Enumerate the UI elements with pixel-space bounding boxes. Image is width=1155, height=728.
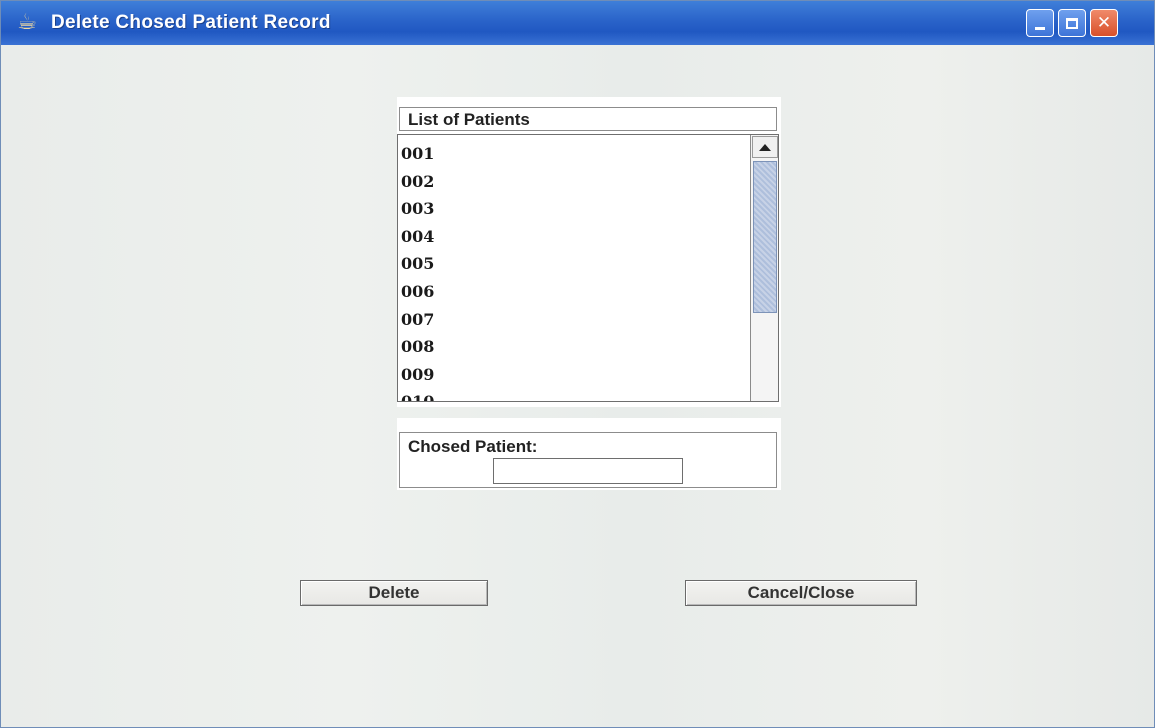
delete-patient-window: ☕ Delete Chosed Patient Record ✕ List of… xyxy=(0,0,1155,728)
patient-list-item[interactable]: 001 xyxy=(401,140,434,168)
patients-panel-title: List of Patients xyxy=(406,110,532,130)
patient-list-item[interactable]: 008 xyxy=(401,333,434,361)
patient-list-item[interactable]: 002 xyxy=(401,168,434,196)
patient-list-item[interactable]: 009 xyxy=(401,361,434,389)
arrow-up-icon xyxy=(759,143,771,151)
maximize-icon xyxy=(1066,17,1078,29)
close-icon: ✕ xyxy=(1096,13,1112,33)
patient-list-item[interactable]: 003 xyxy=(401,195,434,223)
patient-list-item[interactable]: 007 xyxy=(401,306,434,334)
java-cup-icon: ☕ xyxy=(17,10,37,35)
minimize-icon xyxy=(1035,26,1045,30)
close-button[interactable]: ✕ xyxy=(1090,9,1118,37)
minimize-button[interactable] xyxy=(1026,9,1054,37)
maximize-button[interactable] xyxy=(1058,9,1086,37)
patients-list[interactable]: 001 002 003 004 005 006 007 008 009 010 xyxy=(397,134,779,402)
cancel-close-button[interactable]: Cancel/Close xyxy=(685,580,917,606)
patient-list-item[interactable]: 004 xyxy=(401,223,434,251)
scroll-thumb[interactable] xyxy=(753,161,777,313)
patients-list-scrollbar[interactable] xyxy=(750,135,778,401)
chosen-patient-field[interactable] xyxy=(493,458,683,484)
chosen-patient-title: Chosed Patient: xyxy=(406,437,540,457)
delete-button[interactable]: Delete xyxy=(300,580,488,606)
patient-list-item[interactable]: 006 xyxy=(401,278,434,306)
patient-list-item[interactable]: 010 xyxy=(401,388,434,401)
title-bar[interactable]: ☕ Delete Chosed Patient Record ✕ xyxy=(1,1,1154,45)
patients-panel: List of Patients 001 002 003 004 005 006… xyxy=(397,97,781,407)
patient-list-item[interactable]: 005 xyxy=(401,250,434,278)
patients-list-items: 001 002 003 004 005 006 007 008 009 010 xyxy=(401,140,434,401)
scroll-up-button[interactable] xyxy=(752,136,778,158)
window-title: Delete Chosed Patient Record xyxy=(51,12,331,33)
patients-panel-border: List of Patients xyxy=(399,107,777,131)
chosen-patient-panel: Chosed Patient: xyxy=(397,418,781,490)
